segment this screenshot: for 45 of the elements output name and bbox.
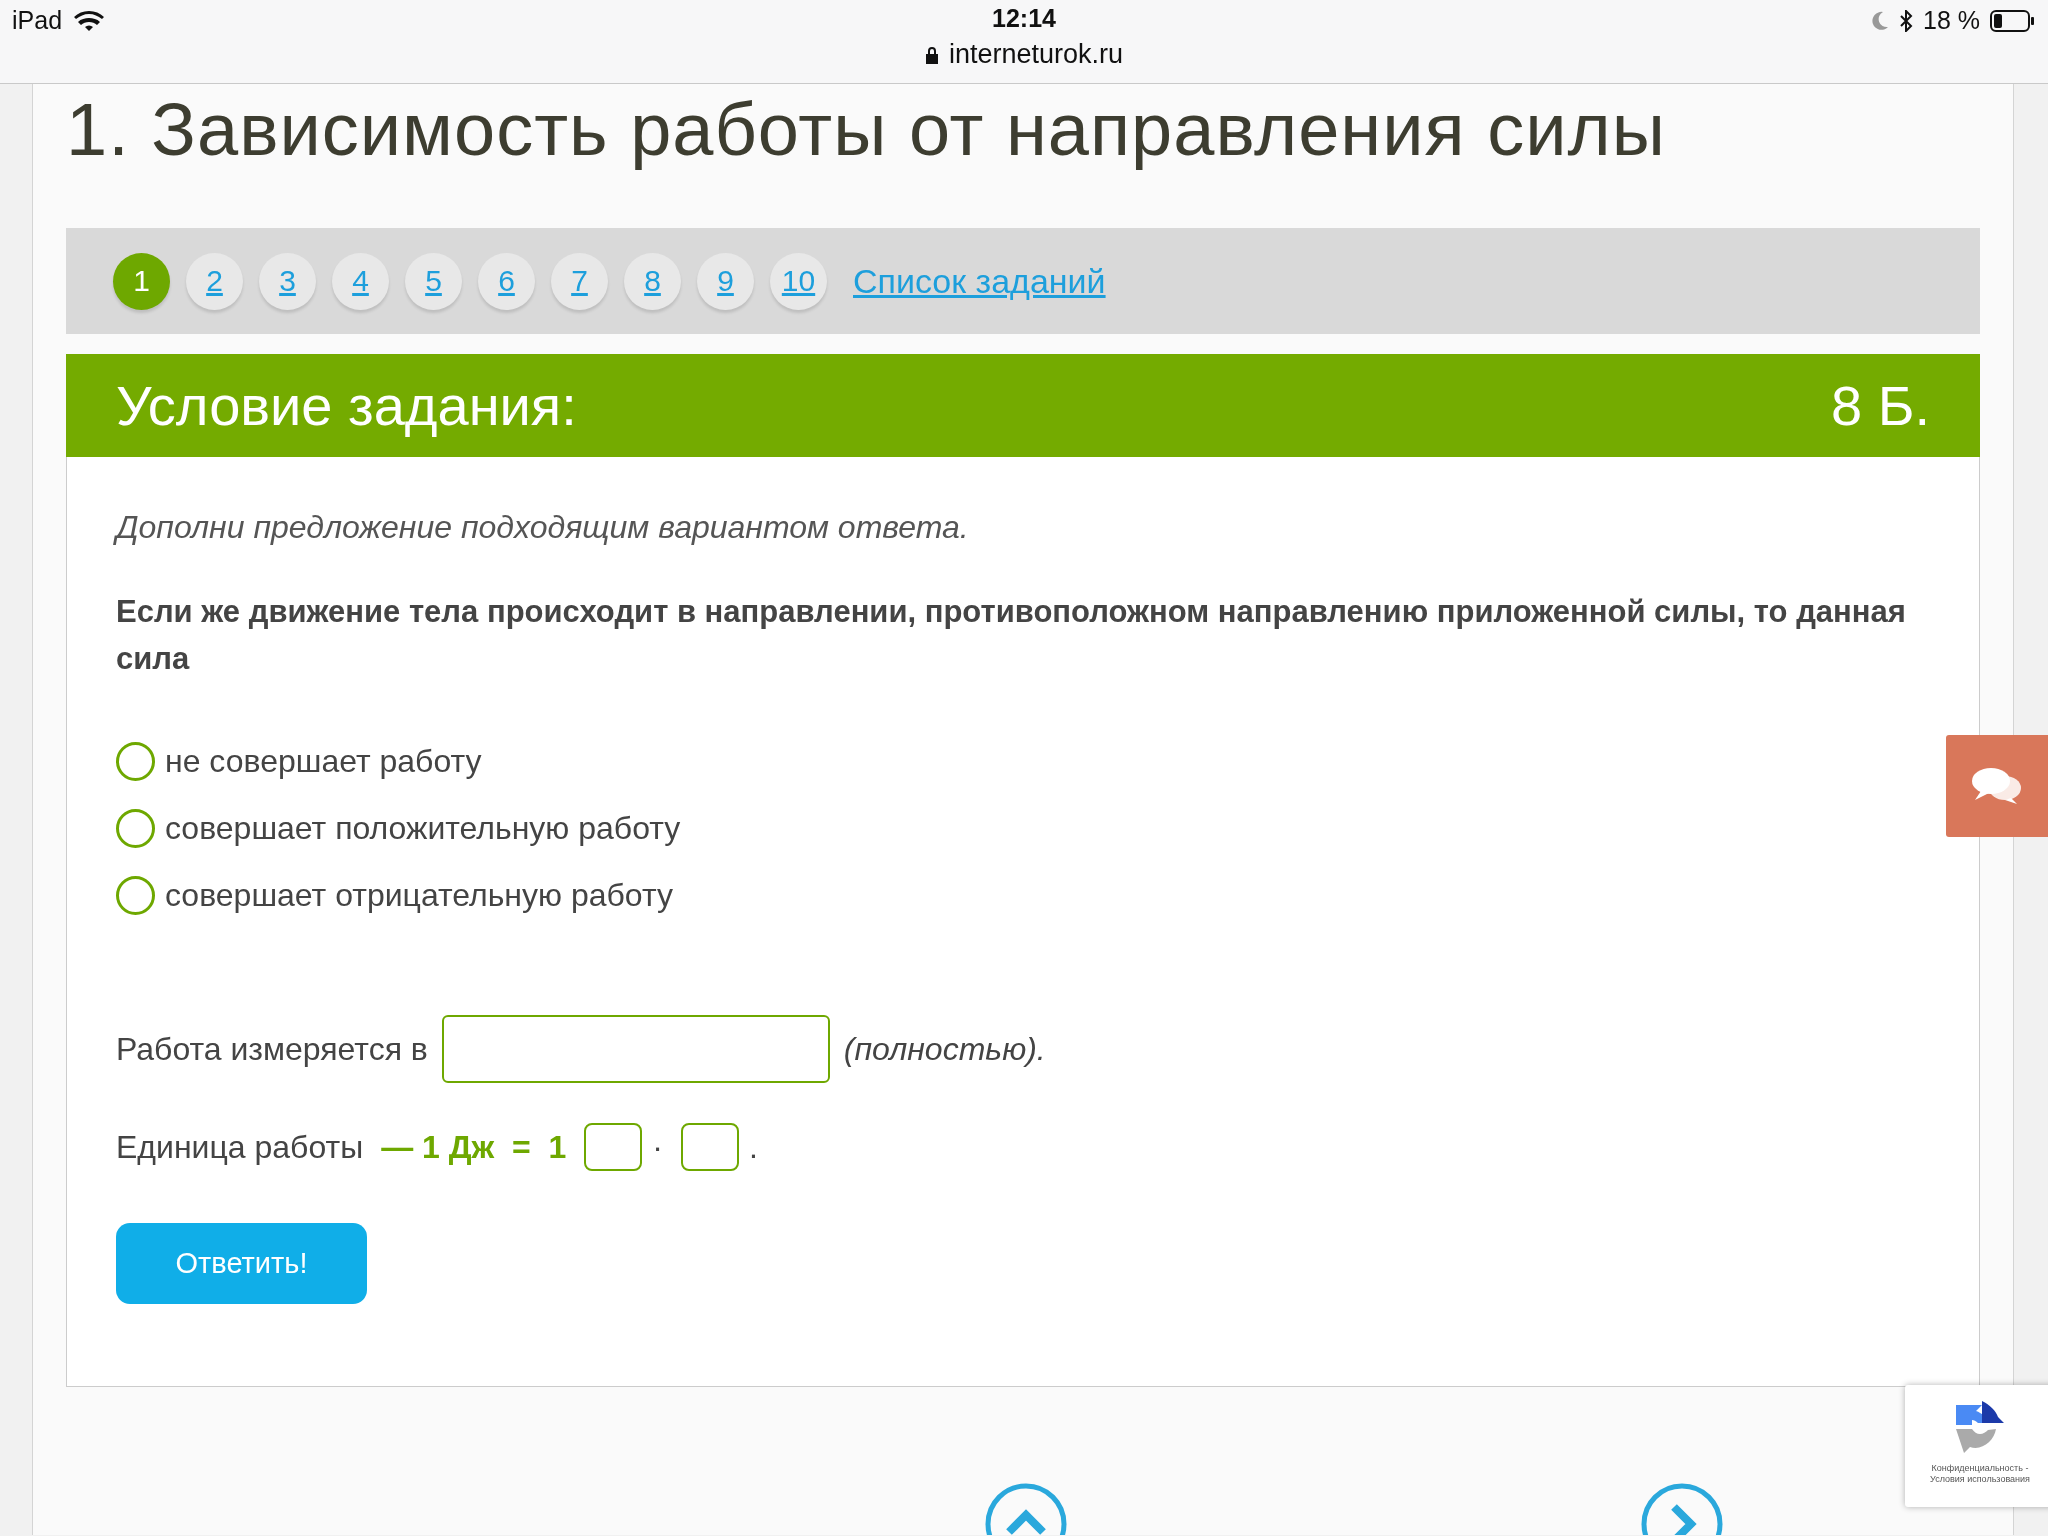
page-number-link[interactable]: 1 <box>113 252 170 310</box>
page-number-link[interactable]: 5 <box>405 252 462 310</box>
wifi-icon <box>74 9 105 32</box>
option-label[interactable]: не совершает работу <box>165 743 482 780</box>
task-list-link[interactable]: Список заданий <box>853 261 1106 301</box>
unit-formula: — 1 Дж = 1 <box>381 1128 567 1166</box>
battery-percent: 18 % <box>1923 6 1980 35</box>
speech-bubbles-icon <box>1971 766 2023 806</box>
page-number-link[interactable]: 4 <box>332 252 389 310</box>
page-number-link[interactable]: 8 <box>624 252 681 310</box>
lock-icon <box>924 45 939 64</box>
option-label[interactable]: совершает положительную работу <box>165 810 681 847</box>
sentence-text: (полностью). <box>843 1030 1046 1068</box>
radio-button[interactable] <box>116 742 155 781</box>
bluetooth-icon <box>1899 9 1913 32</box>
clock-time: 12:14 <box>992 4 1056 33</box>
page-number-link[interactable]: 6 <box>478 252 535 310</box>
device-name: iPad <box>12 6 63 35</box>
battery-icon <box>1990 9 2034 32</box>
chat-button[interactable] <box>1946 735 2048 837</box>
next-arrow-icon <box>1641 1483 1723 1535</box>
page-number-link[interactable]: 2 <box>186 252 243 310</box>
answer-field[interactable] <box>441 1015 830 1083</box>
recaptcha-terms-text[interactable]: Конфиденциальность - Условия использования <box>1930 1463 2030 1485</box>
page-number-link[interactable]: 9 <box>697 252 754 310</box>
site-address[interactable]: interneturok.ru <box>948 39 1124 70</box>
sentence-text: Работа измеряется в <box>116 1030 428 1068</box>
moon-icon <box>1871 10 1889 31</box>
unit-label: Единица работы <box>116 1128 364 1166</box>
option-label[interactable]: совершает отрицательную работу <box>165 877 673 914</box>
radio-button[interactable] <box>116 809 155 848</box>
unit-answer-field[interactable] <box>584 1123 643 1171</box>
submit-button[interactable]: Ответить! <box>116 1223 367 1304</box>
page-title: 1. Зависимость работы от направления силы <box>66 90 1667 170</box>
page-number-link[interactable]: 3 <box>259 252 316 310</box>
unit-answer-field[interactable] <box>680 1123 739 1171</box>
page-number-link[interactable]: 10 <box>770 252 827 310</box>
page-number-link[interactable]: 7 <box>551 252 608 310</box>
scroll-up-icon <box>985 1483 1067 1535</box>
period-mark: . <box>748 1128 758 1166</box>
radio-button[interactable] <box>116 876 155 915</box>
task-header-title: Условие задания: <box>116 373 577 438</box>
task-points: 8 Б. <box>1831 373 1930 438</box>
multiply-dot: · <box>652 1128 663 1166</box>
task-question: Если же движение тела происходит в направлении, противоположном направлению приложенной силы, то данная сила <box>116 593 1907 678</box>
